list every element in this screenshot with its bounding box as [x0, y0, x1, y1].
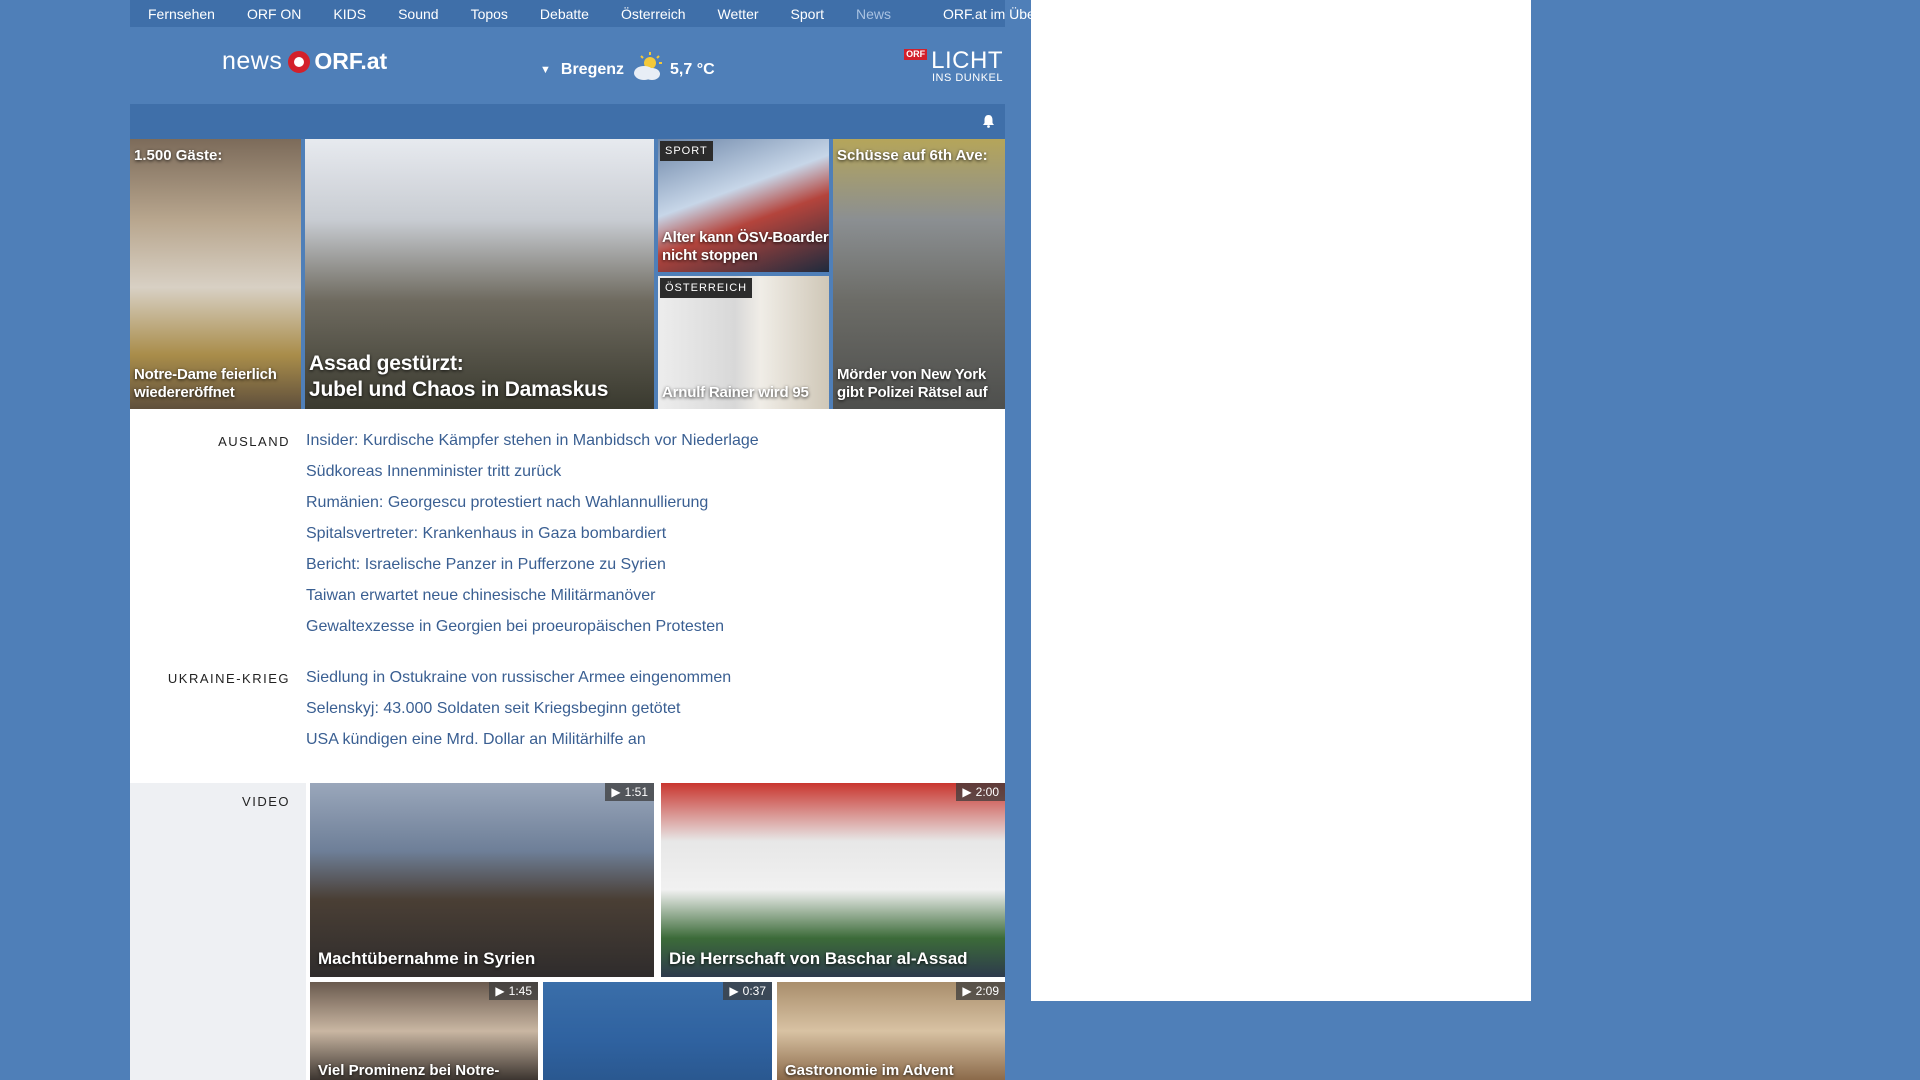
- news-list: AUSLAND Insider: Kurdische Kämpfer stehe…: [130, 409, 1005, 783]
- ins-dunkel-text: INS DUNKEL: [931, 72, 1003, 84]
- video-caption: Viel Prominenz bei Notre-: [318, 1062, 500, 1079]
- video-duration: 0:37: [742, 984, 766, 998]
- weather-widget[interactable]: ▼ Bregenz 5,7 °C: [540, 52, 715, 87]
- play-icon: ▶: [611, 785, 621, 799]
- teaser-headline: Alter kann ÖSV-Boarder nicht stoppen: [662, 228, 829, 265]
- teaser-notre-dame[interactable]: 1.500 Gäste: Notre-Dame feierlich wieder…: [130, 139, 301, 409]
- top-navigation: Fernsehen ORF ON KIDS Sound Topos Debatt…: [130, 0, 1067, 27]
- weather-location: Bregenz: [560, 60, 625, 78]
- video-duration: 1:51: [624, 785, 648, 799]
- video-tile[interactable]: ▶ 0:37: [543, 982, 772, 1080]
- play-icon: ▶: [729, 984, 739, 998]
- news-link[interactable]: Rumänien: Georgescu protestiert nach Wah…: [306, 487, 759, 518]
- nav-item-topos[interactable]: Topos: [453, 6, 522, 22]
- news-link[interactable]: Taiwan erwartet neue chinesische Militär…: [306, 580, 759, 611]
- teaser-headline-line1: Assad gestürzt:: [309, 351, 464, 375]
- news-orf-logo[interactable]: news ORF.at: [222, 47, 387, 76]
- teaser-kicker: 1.500 Gäste:: [134, 147, 223, 164]
- bell-icon[interactable]: [982, 114, 995, 133]
- video-tile[interactable]: ▶ 1:51 Machtübernahme in Syrien: [310, 783, 654, 977]
- licht-ins-dunkel-logo[interactable]: ORF LICHT INS DUNKEL: [904, 49, 1003, 84]
- video-caption: Machtübernahme in Syrien: [318, 949, 536, 968]
- teaser-headline: Mörder von New York gibt Polizei Rätsel …: [837, 365, 988, 402]
- news-link[interactable]: Insider: Kurdische Kämpfer stehen in Man…: [306, 425, 759, 456]
- news-link[interactable]: Südkoreas Innenminister tritt zurück: [306, 456, 759, 487]
- orf-ring-icon: [288, 50, 311, 73]
- video-section: VIDEO ▶ 1:51 Machtübernahme in Syrien ▶ …: [130, 783, 1005, 1080]
- video-caption: Gastronomie im Advent: [785, 1062, 954, 1079]
- teaser-headline: Arnulf Rainer wird 95: [662, 384, 809, 402]
- category-badge: SPORT: [660, 141, 713, 161]
- logo-orf-text: ORF.at: [314, 48, 388, 74]
- nav-item-wetter[interactable]: Wetter: [700, 6, 773, 22]
- news-link[interactable]: Spitalsvertreter: Krankenhaus in Gaza bo…: [306, 518, 759, 549]
- play-icon: ▶: [962, 984, 972, 998]
- nav-item-kids[interactable]: KIDS: [315, 6, 380, 22]
- teaser-headline: Notre-Dame feierlich wiedereröffnet: [134, 365, 277, 402]
- logo-news-text: news: [222, 47, 283, 75]
- news-link[interactable]: Siedlung in Ostukraine von russischer Ar…: [306, 662, 731, 693]
- nav-item-sport[interactable]: Sport: [773, 6, 838, 22]
- nav-item-orf-on[interactable]: ORF ON: [229, 6, 315, 22]
- dropdown-triangle-icon[interactable]: ▼: [540, 64, 551, 76]
- video-tile[interactable]: ▶ 2:09 Gastronomie im Advent: [777, 982, 1005, 1080]
- video-duration-badge: ▶ 2:09: [956, 982, 1005, 1000]
- teaser-assad[interactable]: Assad gestürzt: Jubel und Chaos in Damas…: [305, 139, 654, 409]
- teaser-headline: Assad gestürzt: Jubel und Chaos in Damas…: [309, 351, 608, 404]
- video-duration-badge: ▶ 2:00: [956, 783, 1005, 801]
- video-duration-badge: ▶ 1:51: [605, 783, 654, 801]
- teaser-headline-line2: Jubel und Chaos in Damaskus: [309, 377, 609, 401]
- teaser-kicker: Schüsse auf 6th Ave:: [837, 147, 988, 164]
- video-duration: 2:00: [975, 785, 999, 799]
- nav-item-news[interactable]: News: [838, 6, 905, 22]
- teaser-arnulf-rainer[interactable]: ÖSTERREICH Arnulf Rainer wird 95: [658, 276, 829, 409]
- ad-panel: [1031, 0, 1531, 1001]
- video-tile[interactable]: ▶ 2:00 Die Herrschaft von Baschar al-Ass…: [661, 783, 1005, 977]
- teaser-oesv-boarder[interactable]: SPORT Alter kann ÖSV-Boarder nicht stopp…: [658, 139, 829, 272]
- video-duration: 2:09: [975, 984, 999, 998]
- licht-text: LICHT: [931, 47, 1003, 74]
- play-icon: ▶: [495, 984, 505, 998]
- play-icon: ▶: [962, 785, 972, 799]
- partly-cloudy-icon: [630, 52, 664, 87]
- section-links: Siedlung in Ostukraine von russischer Ar…: [306, 662, 731, 755]
- top-stories: 1.500 Gäste: Notre-Dame feierlich wieder…: [130, 139, 1005, 409]
- site-header: news ORF.at ▼ Bregenz 5,7 °C ORF LICHT IN…: [130, 27, 1005, 104]
- video-sidebar: [130, 783, 306, 1080]
- video-duration-badge: ▶ 0:37: [723, 982, 772, 1000]
- category-badge: ÖSTERREICH: [660, 278, 753, 298]
- video-caption: Die Herrschaft von Baschar al-Assad: [669, 949, 968, 968]
- section-label: VIDEO: [242, 794, 290, 809]
- teaser-new-york[interactable]: Schüsse auf 6th Ave: Mörder von New York…: [833, 139, 1005, 409]
- video-tile[interactable]: ▶ 1:45 Viel Prominenz bei Notre-: [310, 982, 538, 1080]
- news-link[interactable]: USA kündigen eine Mrd. Dollar an Militär…: [306, 724, 731, 755]
- nav-item-fernsehen[interactable]: Fernsehen: [130, 6, 229, 22]
- video-duration-badge: ▶ 1:45: [489, 982, 538, 1000]
- notification-bar: [130, 104, 1005, 139]
- section-links: Insider: Kurdische Kämpfer stehen in Man…: [306, 425, 759, 642]
- nav-item-debatte[interactable]: Debatte: [522, 6, 603, 22]
- section-label: UKRAINE-KRIEG: [167, 671, 290, 686]
- nav-item-sound[interactable]: Sound: [380, 6, 452, 22]
- section-label: AUSLAND: [218, 434, 290, 449]
- news-link[interactable]: Bericht: Israelische Panzer in Pufferzon…: [306, 549, 759, 580]
- news-link[interactable]: Selenskyj: 43.000 Soldaten seit Kriegsbe…: [306, 693, 731, 724]
- nav-item-oesterreich[interactable]: Österreich: [603, 6, 700, 22]
- video-duration: 1:45: [508, 984, 532, 998]
- news-link[interactable]: Gewaltexzesse in Georgien bei proeuropäi…: [306, 611, 759, 642]
- orf-badge: ORF: [904, 49, 928, 60]
- weather-temperature: 5,7 °C: [670, 60, 715, 78]
